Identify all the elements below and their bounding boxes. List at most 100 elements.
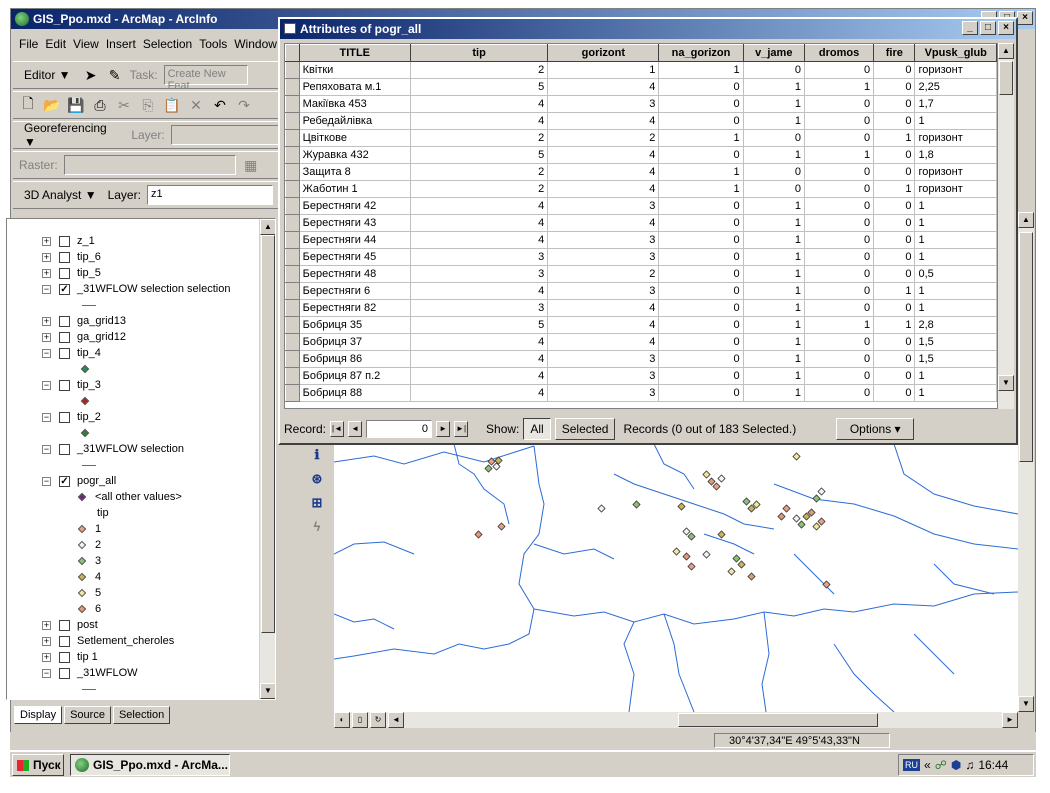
site-marker[interactable] — [484, 464, 493, 473]
row-selector[interactable] — [285, 350, 300, 368]
table-row[interactable]: Берестняги 43 4 4 0 1 0 0 1 — [285, 214, 997, 232]
site-marker[interactable] — [812, 522, 821, 531]
toc-scrollbar[interactable]: ▲ ▼ — [259, 219, 275, 699]
row-selector[interactable] — [285, 163, 300, 181]
column-header-gorizont[interactable]: gorizont — [547, 44, 660, 62]
menu-tools[interactable]: Tools — [199, 37, 227, 51]
layer-visibility-checkbox[interactable] — [59, 619, 70, 631]
show-selected-button[interactable]: Selected — [554, 418, 616, 440]
save-icon[interactable]: 💾 — [67, 96, 85, 114]
table-row[interactable]: Бобриця 88 4 3 0 1 0 0 1 — [285, 384, 997, 402]
menu-window[interactable]: Window — [234, 37, 277, 51]
site-marker[interactable] — [702, 470, 711, 479]
task-combo[interactable]: Create New Feat — [163, 65, 248, 92]
network-icon[interactable]: ☍ — [935, 758, 947, 772]
table-row[interactable]: Ребедайлівка 4 4 0 1 0 0 1 — [285, 112, 997, 130]
editor-menu-button[interactable]: Editor ▼ — [19, 65, 76, 85]
row-selector[interactable] — [285, 61, 300, 79]
site-marker[interactable] — [672, 547, 681, 556]
map-horizontal-scrollbar[interactable]: ◐ ▯ ↻ ◄ ► — [334, 712, 1018, 728]
identify-icon[interactable]: ℹ — [307, 447, 327, 467]
row-selector[interactable] — [285, 146, 300, 164]
toc-scroll-up-icon[interactable]: ▲ — [260, 219, 275, 235]
map-view[interactable] — [334, 444, 1018, 712]
row-selector[interactable] — [285, 180, 300, 198]
table-row[interactable]: Бобриця 86 4 3 0 1 0 0 1,5 — [285, 350, 997, 368]
column-header-na_gorizon[interactable]: na_gorizon — [658, 44, 744, 62]
3d-analyst-menu-button[interactable]: 3D Analyst ▼ — [19, 185, 102, 205]
expand-toggle-icon[interactable]: + — [42, 268, 51, 278]
expand-toggle-icon[interactable]: − — [42, 476, 51, 486]
redo-icon[interactable]: ↷ — [235, 96, 253, 114]
speaker-icon[interactable]: ♫ — [965, 758, 974, 772]
data-view-icon[interactable]: ◐ — [334, 712, 350, 728]
row-selector[interactable] — [285, 95, 300, 113]
row-selector[interactable] — [285, 231, 300, 249]
analyst-layer-combo[interactable]: z1 — [146, 185, 273, 205]
toc-layer-0[interactable]: + z_1 — [42, 233, 95, 249]
edit-arrow-icon[interactable]: ➤ — [82, 66, 100, 84]
row-selector[interactable] — [285, 282, 300, 300]
row-selector[interactable] — [285, 112, 300, 130]
site-marker[interactable] — [717, 474, 726, 483]
expand-toggle-icon[interactable]: − — [42, 444, 51, 454]
site-marker[interactable] — [677, 502, 686, 511]
measure-icon[interactable]: ⊞ — [307, 495, 327, 515]
refresh-icon[interactable]: ↻ — [370, 712, 386, 728]
scroll-left-icon[interactable]: ◄ — [388, 712, 404, 728]
hyperlink-bolt-icon[interactable]: ϟ — [307, 519, 327, 539]
table-row[interactable]: Берестняги 64301011 — [285, 282, 997, 300]
site-marker[interactable] — [737, 560, 746, 569]
expand-toggle-icon[interactable]: − — [42, 380, 51, 390]
georeferencing-menu-button[interactable]: Georeferencing ▼ — [19, 121, 125, 149]
layout-view-icon[interactable]: ▯ — [352, 712, 368, 728]
expand-toggle-icon[interactable]: − — [42, 284, 51, 294]
expand-toggle-icon[interactable]: + — [42, 652, 51, 662]
raster-combo[interactable] — [63, 155, 236, 175]
expand-toggle-icon[interactable]: + — [42, 332, 51, 342]
site-marker[interactable] — [687, 562, 696, 571]
site-marker[interactable] — [747, 572, 756, 581]
row-selector[interactable] — [285, 214, 300, 232]
table-row[interactable]: Цвіткове 2 2 1 0 0 1 горизонт — [285, 129, 997, 147]
taskbar-item-arcmap[interactable]: GIS_Ppo.mxd - ArcMa... — [70, 754, 230, 776]
table-row[interactable]: Бобриця 35 5 4 0 1 1 1 2,8 — [285, 316, 997, 334]
toc-layer-14[interactable]: − _31WFLOW — [42, 665, 138, 681]
expand-toggle-icon[interactable]: + — [42, 252, 51, 262]
scroll-up-icon[interactable]: ▲ — [1018, 212, 1034, 228]
table-row[interactable]: Берестняги 45 3 3 0 1 0 0 1 — [285, 248, 997, 266]
site-marker[interactable] — [732, 554, 741, 563]
toc-layer-7[interactable]: − tip_3 — [42, 377, 101, 393]
menu-edit[interactable]: Edit — [45, 37, 66, 51]
toc-layer-5[interactable]: + ga_grid12 — [42, 329, 126, 345]
attributes-titlebar[interactable]: Attributes of pogr_all _ □ × — [280, 19, 1016, 39]
scroll-down-icon[interactable]: ▼ — [1018, 696, 1034, 712]
site-marker[interactable] — [792, 452, 801, 461]
layer-visibility-checkbox[interactable] — [59, 411, 70, 423]
attr-maximize-button[interactable]: □ — [980, 21, 996, 35]
layer-visibility-checkbox[interactable] — [59, 667, 70, 679]
attr-minimize-button[interactable]: _ — [962, 21, 978, 35]
site-marker[interactable] — [782, 504, 791, 513]
table-row[interactable]: Берестняги 44 4 3 0 1 0 0 1 — [285, 231, 997, 249]
site-marker[interactable] — [742, 497, 751, 506]
site-marker[interactable] — [822, 580, 831, 589]
close-button[interactable]: × — [1017, 11, 1033, 25]
copy-icon[interactable]: ⎘ — [139, 96, 157, 114]
expand-toggle-icon[interactable]: + — [42, 236, 51, 246]
georef-layer-combo[interactable] — [170, 125, 279, 145]
toc-layer-12[interactable]: + Setlement_cheroles — [42, 633, 174, 649]
table-row[interactable]: Берестняги 42 4 3 0 1 0 0 1 — [285, 197, 997, 215]
toc-layer-11[interactable]: + post — [42, 617, 98, 633]
table-row[interactable]: Жаботин 1 2 4 1 0 0 1 горизонт — [285, 180, 997, 198]
expand-toggle-icon[interactable]: − — [42, 412, 51, 422]
row-selector[interactable] — [285, 299, 300, 317]
layer-visibility-checkbox[interactable] — [59, 379, 70, 391]
site-marker[interactable] — [817, 487, 826, 496]
previous-record-icon[interactable]: ◄ — [348, 421, 363, 437]
attr-close-button[interactable]: × — [998, 21, 1014, 35]
grid-vscroll-thumb[interactable] — [999, 61, 1013, 95]
last-record-icon[interactable]: ►| — [454, 421, 469, 437]
expand-toggle-icon[interactable]: − — [42, 668, 51, 678]
site-marker[interactable] — [817, 517, 826, 526]
